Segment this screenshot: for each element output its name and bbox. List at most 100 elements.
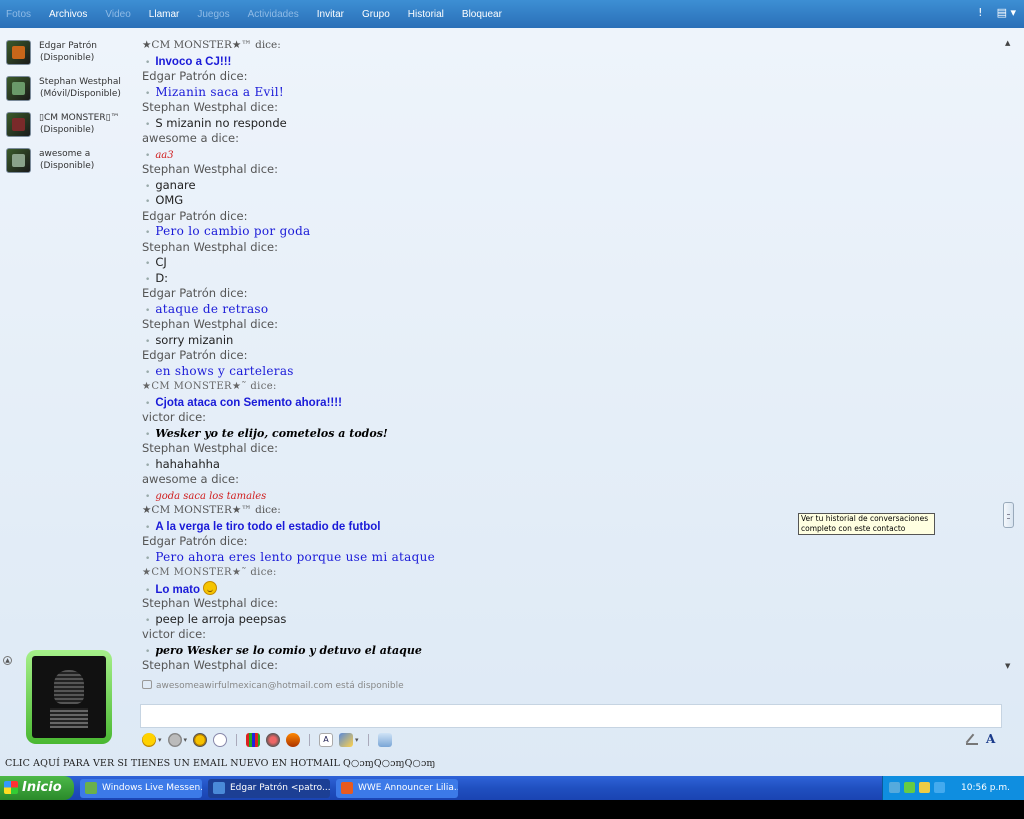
clock[interactable]: 10:56 p.m. (961, 776, 1010, 800)
notice-text: awesomeawirfulmexican@hotmail.com está d… (156, 680, 404, 691)
message-line: • Cjota ataca con Semento ahora!!!! (142, 395, 994, 411)
topbar-actions: ! ▤ ▾ (978, 6, 1016, 19)
message-line: • aa3 (142, 147, 994, 163)
menu-item-invitar[interactable]: Invitar (317, 9, 344, 20)
scroll-down-arrow-icon[interactable]: ▼ (1005, 662, 1010, 670)
message-text: Wesker yo te elijo, cometelos a todos! (155, 426, 388, 440)
contact-online-notice: awesomeawirfulmexican@hotmail.com está d… (142, 679, 994, 691)
menu-item-archivos[interactable]: Archivos (49, 9, 87, 20)
message-sender: Stephan Westphal dice: (142, 658, 278, 672)
bullet-icon: • (145, 274, 151, 285)
bullet-icon: • (145, 181, 151, 192)
message-sender: Edgar Patrón dice: (142, 348, 248, 362)
scrollbar-thumb[interactable] (1003, 502, 1014, 528)
participant-item[interactable]: Edgar Patrón (Disponible) (6, 40, 136, 76)
task-label: Windows Live Messen... (102, 783, 202, 793)
transcript-scrollbar[interactable]: ▲ ▼ (1002, 36, 1016, 698)
bullet-icon: • (145, 150, 151, 161)
message-input[interactable] (140, 704, 1002, 728)
message-line: • Pero ahora eres lento porque use mi ata… (142, 550, 994, 566)
menu-item-bloquear[interactable]: Bloquear (462, 9, 502, 20)
message-sender: Edgar Patrón dice: (142, 69, 248, 83)
message-text: S mizanin no responde (155, 115, 287, 130)
menu-item-actividades[interactable]: Actividades (248, 9, 299, 20)
message-line: • S mizanin no responde (142, 116, 994, 132)
alert-icon[interactable]: ! (978, 6, 982, 19)
participant-item[interactable]: ▯CM MONSTER▯™ (Disponible) (6, 112, 136, 148)
participant-item[interactable]: Stephan Westphal (Móvil/Disponible) (6, 76, 136, 112)
input-mode-tools: A (966, 732, 995, 746)
network-icon[interactable] (889, 782, 900, 793)
taskbar-button[interactable]: Windows Live Messen... (80, 779, 202, 798)
bullet-icon: • (145, 259, 151, 269)
message-sender: Stephan Westphal dice: (142, 100, 278, 114)
own-display-picture[interactable] (26, 650, 112, 744)
background-icon[interactable] (246, 733, 261, 747)
message-sender: ★CM MONSTER★˜ dice: (142, 381, 277, 392)
menu-item-historial[interactable]: Historial (408, 9, 444, 20)
messenger-tray-icon[interactable] (904, 782, 915, 793)
games-icon[interactable] (266, 733, 281, 747)
emoticon-icon[interactable] (142, 733, 156, 747)
menu-item-juegos[interactable]: Juegos (197, 9, 229, 20)
background-dropdown-icon[interactable]: ▾ (355, 736, 359, 744)
participant-avatar (6, 148, 31, 173)
text-mode-icon[interactable]: A (986, 732, 995, 746)
task-app-icon (213, 782, 225, 794)
task-app-icon (341, 782, 353, 794)
taskbar-button[interactable]: WWE Announcer Lilia... (336, 779, 458, 798)
message-line: • Lo mato (142, 580, 994, 597)
menu-item-video[interactable]: Video (105, 9, 130, 20)
message-line: • Invoco a CJ!!! (142, 54, 994, 70)
system-tray: 10:56 p.m. (882, 776, 1024, 800)
menu-item-fotos[interactable]: Fotos (6, 9, 31, 20)
message-text: Mizanin saca a Evil! (155, 84, 285, 99)
bullet-icon: • (145, 429, 151, 440)
message-line: • Pero lo cambio por goda (142, 224, 994, 240)
font-style-icon[interactable]: A (319, 733, 334, 747)
security-icon[interactable] (934, 782, 945, 793)
start-button[interactable]: Inicio (0, 776, 74, 800)
message-sender: Edgar Patrón dice: (142, 286, 248, 300)
chat-transcript[interactable]: ★CM MONSTER★™ dice: • Invoco a CJ!!! Edgar … (142, 38, 994, 702)
message-text: en shows y carteleras (155, 363, 294, 378)
windows-taskbar: Inicio Windows Live Messen... Edgar Patró… (0, 776, 1024, 800)
handwriting-icon[interactable] (966, 733, 978, 745)
volume-icon[interactable] (919, 782, 930, 793)
options-menu-icon[interactable]: ▤ ▾ (997, 6, 1016, 19)
change-background-icon[interactable] (339, 733, 354, 747)
participant-avatar (6, 40, 31, 65)
send-file-icon[interactable] (377, 733, 392, 747)
message-text: ataque de retraso (155, 301, 269, 316)
task-app-icon (85, 782, 97, 794)
participant-status: (Disponible) (40, 125, 95, 135)
emoticon-dropdown-icon[interactable]: ▾ (158, 736, 162, 744)
hotmail-ad-link[interactable]: CLIC AQUÍ PARA VER SI TIENES UN EMAIL NU… (5, 758, 435, 769)
message-sender: awesome a dice: (142, 131, 239, 145)
conversation-menu-bar: Fotos Archivos Video Llamar Juegos Actividade… (0, 0, 1024, 28)
scroll-up-arrow-icon[interactable]: ▲ (1005, 39, 1010, 47)
menu-item-grupo[interactable]: Grupo (362, 9, 390, 20)
nudge-icon[interactable] (213, 733, 228, 747)
message-line: • peep le arroja peepsas (142, 612, 994, 628)
bullet-icon: • (145, 88, 151, 99)
bullet-icon: • (145, 615, 151, 626)
message-text: ganare (155, 177, 196, 192)
history-tooltip: Ver tu historial de conversaciones compl… (798, 513, 935, 535)
notice-icon (142, 679, 152, 689)
ink-icon[interactable] (286, 733, 301, 747)
participant-item[interactable]: awesome a (Disponible) (6, 148, 136, 184)
message-sender: ★CM MONSTER★™ dice: (142, 39, 281, 51)
bullet-icon: • (145, 119, 151, 130)
menu-item-llamar[interactable]: Llamar (149, 9, 180, 20)
wink-dropdown-icon[interactable]: ▾ (184, 736, 188, 744)
participant-text: Stephan Westphal (Móvil/Disponible) (39, 76, 121, 100)
wink-icon[interactable] (167, 733, 182, 747)
emoticon-face-icon (203, 580, 218, 595)
bullet-icon: • (145, 398, 151, 409)
taskbar-button[interactable]: Edgar Patrón <patro... (208, 779, 330, 798)
voice-clip-icon[interactable] (193, 733, 208, 747)
toolbar-divider (309, 734, 311, 746)
message-line: • sorry mizanin (142, 333, 994, 349)
collapse-avatar-icon[interactable]: ▲ (3, 656, 12, 665)
